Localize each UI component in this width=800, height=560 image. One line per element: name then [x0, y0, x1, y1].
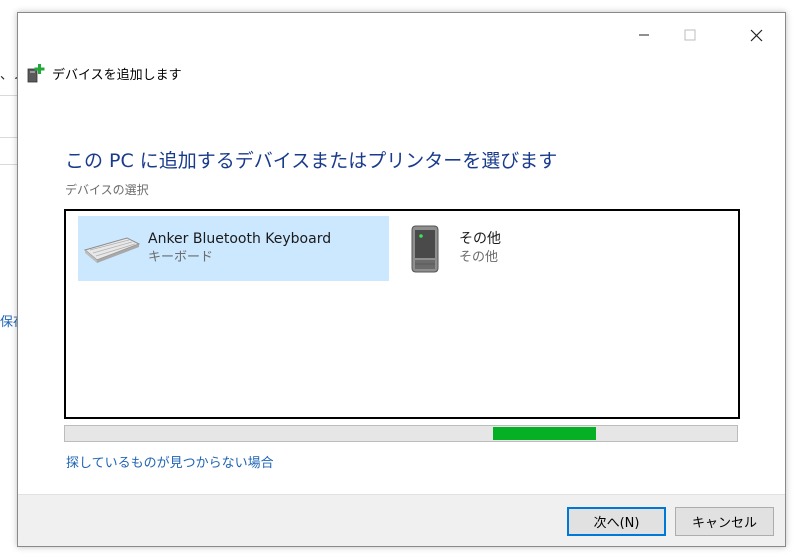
next-button[interactable]: 次へ(N) [567, 507, 666, 536]
divider [0, 164, 17, 165]
progress-fill [493, 427, 596, 440]
device-item-other[interactable]: その他 その他 [399, 216, 649, 281]
maximize-icon [684, 29, 696, 41]
cancel-button[interactable]: キャンセル [675, 507, 774, 536]
dialog-footer: 次へ(N) キャンセル [18, 494, 785, 546]
close-button[interactable] [733, 13, 779, 57]
device-name: その他 [459, 231, 501, 247]
device-type: その他 [459, 250, 499, 265]
device-item-keyboard[interactable]: Anker Bluetooth Keyboard キーボード [78, 216, 389, 281]
divider [0, 95, 17, 96]
minimize-icon [639, 34, 649, 36]
maximize-button[interactable] [667, 13, 713, 57]
close-icon [750, 29, 762, 41]
minimize-button[interactable] [621, 13, 667, 57]
dialog-header: デバイスを追加します [26, 61, 182, 85]
computer-tower-icon [407, 224, 443, 274]
section-label: デバイスの選択 [65, 183, 149, 197]
add-device-icon [27, 64, 45, 83]
device-name: Anker Bluetooth Keyboard [148, 231, 332, 247]
search-progress-bar [64, 425, 738, 442]
device-list: Anker Bluetooth Keyboard キーボード その他 その他 [64, 209, 740, 419]
device-type: キーボード [148, 250, 214, 265]
add-device-dialog: デバイスを追加します この PC に追加するデバイスまたはプリンターを選びます … [17, 12, 786, 547]
page-heading: この PC に追加するデバイスまたはプリンターを選びます [65, 150, 558, 172]
divider [0, 137, 17, 138]
background-window: 、ノ 保存 [0, 0, 26, 560]
title-bar [18, 13, 785, 57]
keyboard-icon [82, 224, 142, 274]
dialog-title: デバイスを追加します [52, 67, 182, 83]
help-link[interactable]: 探しているものが見つからない場合 [66, 452, 274, 471]
